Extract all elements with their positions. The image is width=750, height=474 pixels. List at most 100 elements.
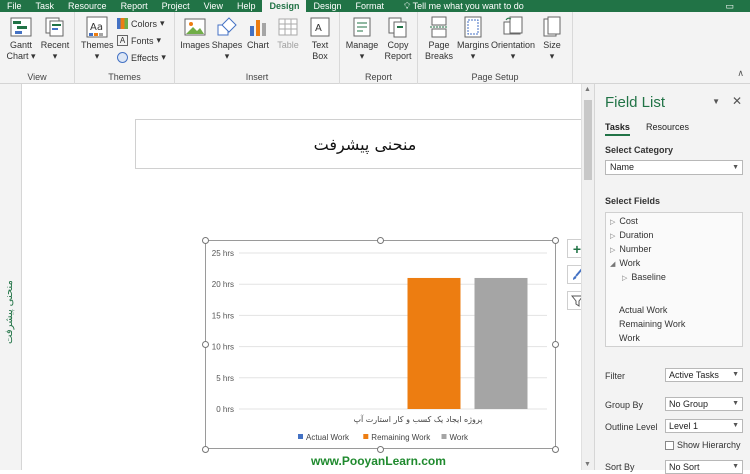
resize-handle-t[interactable]	[377, 237, 384, 244]
expand-icon[interactable]: ▷	[610, 247, 615, 254]
tab-task[interactable]: Task	[29, 0, 62, 12]
watermark-text: www.PooyanLearn.com	[311, 454, 446, 468]
text-box-button[interactable]: A Text Box	[303, 16, 337, 62]
effects-button[interactable]: Effects ▾	[117, 52, 166, 63]
tab-resource[interactable]: Resource	[61, 0, 114, 12]
outline-level-select[interactable]: Level 1 ▼	[665, 419, 743, 433]
insert-table-button[interactable]: Table	[273, 16, 303, 51]
selected-field-item[interactable]: Actual Work	[619, 305, 667, 315]
tab-view[interactable]: View	[197, 0, 230, 12]
tab-design-report[interactable]: Design	[262, 0, 307, 12]
insert-chart-button[interactable]: Chart	[243, 16, 273, 51]
legend-label: Work	[450, 433, 470, 442]
fonts-button[interactable]: A Fonts ▾	[117, 35, 161, 46]
select-category-label: Select Category	[605, 145, 674, 155]
resize-handle-l[interactable]	[202, 341, 209, 348]
sort-by-select[interactable]: No Sort ▼	[665, 460, 743, 474]
gantt-chart-button[interactable]: Gantt Chart ▾	[4, 16, 38, 62]
size-button[interactable]: Size ▾	[536, 16, 568, 62]
ribbon-display-icon[interactable]: ▭	[725, 1, 750, 12]
svg-text:Aa: Aa	[90, 22, 103, 33]
chevron-down-icon: ▼	[732, 400, 739, 407]
filter-select[interactable]: Active Tasks ▼	[665, 368, 743, 382]
tell-me-box[interactable]: 💡︎ Tell me what you want to do	[397, 0, 531, 12]
resize-handle-tl[interactable]	[202, 237, 209, 244]
legend-swatch	[363, 434, 369, 439]
manage-button[interactable]: Manage ▾	[344, 16, 380, 62]
vertical-scrollbar[interactable]: ▲ ▼	[581, 84, 594, 470]
tab-help[interactable]: Help	[230, 0, 263, 12]
collapse-ribbon-icon[interactable]: ∧	[737, 68, 744, 79]
shapes-button[interactable]: Shapes ▾	[211, 16, 243, 62]
view-label-strip: منحنی پیشرفت	[0, 84, 22, 470]
copy-report-button[interactable]: Copy Report	[380, 16, 416, 62]
expand-icon[interactable]: ▷	[622, 275, 627, 282]
ribbon-group-view: Gantt Chart ▾ Recent ▾ View	[0, 12, 75, 84]
ribbon-group-insert: Images Shapes ▾ Chart Table A Text Box I…	[175, 12, 340, 84]
recent-button[interactable]: Recent ▾	[38, 16, 72, 62]
page-breaks-icon	[430, 16, 448, 38]
legend-swatch	[298, 434, 303, 439]
tab-format[interactable]: Format	[349, 0, 392, 12]
expand-icon[interactable]: ▷	[610, 219, 615, 226]
expand-icon[interactable]: ▷	[610, 233, 615, 240]
manage-report-icon	[353, 17, 371, 37]
tab-design-chart[interactable]: Design	[306, 0, 348, 12]
report-title-box[interactable]: منحنی پیشرفت	[135, 119, 595, 169]
colors-button[interactable]: Colors ▾	[117, 18, 165, 29]
chart-frame[interactable]: 0 hrs 5 hrs 10 hrs 15 hrs 20 hrs 25 hrs پروژه …	[205, 240, 556, 449]
tab-report[interactable]: Report	[114, 0, 155, 12]
close-icon[interactable]: ✕	[732, 94, 742, 108]
ribbon-group-page-setup: Page Breaks Margins ▾ Orientation ▾ Size ▾	[418, 12, 573, 84]
lightbulb-icon: 💡︎	[404, 1, 411, 11]
recent-views-icon	[45, 17, 64, 37]
pane-options-icon[interactable]: ▼	[712, 97, 720, 106]
y-tick-label: 10 hrs	[212, 343, 234, 352]
checkbox-box[interactable]	[665, 440, 674, 450]
select-fields-label: Select Fields	[605, 196, 661, 206]
margins-button[interactable]: Margins ▾	[456, 16, 490, 62]
ribbon: Gantt Chart ▾ Recent▾ View Aa Themes▾	[0, 12, 750, 84]
y-tick-label: 5 hrs	[216, 374, 234, 383]
resize-handle-b[interactable]	[377, 446, 384, 453]
field-baseline[interactable]: ▷ Baseline	[622, 272, 666, 282]
resize-handle-br[interactable]	[552, 446, 559, 453]
chevron-down-icon: ▼	[732, 371, 739, 378]
selected-field-item[interactable]: Remaining Work	[619, 319, 685, 329]
tab-file[interactable]: File	[0, 0, 29, 12]
resize-handle-bl[interactable]	[202, 446, 209, 453]
text-box-icon: A	[310, 17, 330, 37]
field-number[interactable]: ▷ Number	[610, 244, 651, 254]
orientation-icon	[503, 16, 523, 35]
work-chart[interactable]: 0 hrs 5 hrs 10 hrs 15 hrs 20 hrs 25 hrs پروژه …	[206, 241, 557, 450]
page-breaks-button[interactable]: Page Breaks	[422, 16, 456, 62]
collapse-icon[interactable]: ◢	[610, 261, 615, 268]
tab-resources[interactable]: Resources	[646, 122, 689, 132]
report-canvas[interactable]: منحنی پیشرفت 0 hrs 5 hrs 10 hrs 15 hrs 20 hr…	[23, 84, 595, 470]
tab-project[interactable]: Project	[155, 0, 197, 12]
scroll-down-icon[interactable]: ▼	[584, 461, 591, 468]
tab-tasks[interactable]: Tasks	[605, 122, 630, 136]
category-select[interactable]: Name ▼	[605, 160, 743, 175]
group-by-select[interactable]: No Group ▼	[665, 397, 743, 411]
report-title: منحنی پیشرفت	[313, 134, 417, 154]
show-hierarchy-checkbox[interactable]: Show Hierarchy	[665, 440, 741, 450]
field-duration[interactable]: ▷ Duration	[610, 230, 653, 240]
fields-tree[interactable]: ▷ Cost ▷ Duration ▷ Number ◢ Work ▷ Baseline …	[605, 212, 743, 347]
resize-handle-r[interactable]	[552, 341, 559, 348]
selected-field-item[interactable]: Work	[619, 333, 640, 343]
scroll-up-icon[interactable]: ▲	[584, 86, 591, 93]
resize-handle-tr[interactable]	[552, 237, 559, 244]
scroll-thumb[interactable]	[584, 100, 592, 180]
field-work[interactable]: ◢ Work	[610, 258, 640, 268]
svg-text:A: A	[315, 23, 322, 34]
bar-remaining-work	[407, 277, 461, 409]
plus-icon: +	[572, 240, 582, 257]
y-tick-label: 15 hrs	[212, 311, 234, 320]
ribbon-tab-bar: File Task Resource Report Project View H…	[0, 0, 750, 12]
field-cost[interactable]: ▷ Cost	[610, 216, 638, 226]
themes-button[interactable]: Aa Themes ▾	[81, 16, 114, 62]
orientation-button[interactable]: Orientation ▾	[490, 16, 536, 62]
y-tick-label: 0 hrs	[216, 405, 234, 414]
images-button[interactable]: Images	[179, 16, 211, 51]
